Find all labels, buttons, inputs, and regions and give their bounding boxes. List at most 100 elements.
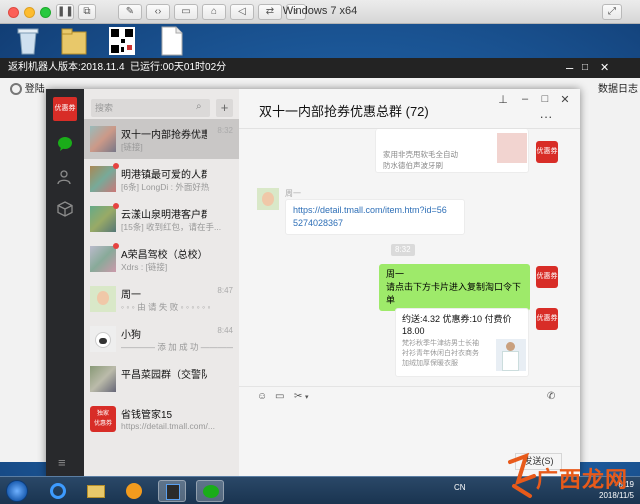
conversation-name: 省钱管家15 (121, 410, 173, 421)
phone-icon[interactable]: ✆ (547, 391, 555, 402)
close-icon[interactable]: ✕ (600, 58, 609, 78)
minimize-icon[interactable]: – (518, 93, 532, 105)
restore-icon[interactable]: □ (582, 58, 588, 78)
coupon-avatar[interactable]: 优惠券 (536, 266, 558, 288)
chat-icon[interactable] (57, 136, 73, 152)
conversation-preview: ———— 添 加 成 功 ———— (121, 342, 233, 352)
media-player-icon[interactable] (120, 480, 148, 502)
conversation-name: A荣昌驾校（总校）交流群 (121, 250, 207, 261)
wechat-taskbar-icon[interactable] (196, 480, 224, 502)
conversation-list: 搜索 ⌕ + 双十一内部抢券优惠... 8:32 [链接] 明港镇最可爱的人群 … (84, 89, 239, 478)
message-line: 周一 (386, 269, 405, 279)
conversation-item[interactable]: 明港镇最可爱的人群 [6条] LongDi : 外面好热 (84, 159, 239, 199)
robot-tab-login[interactable]: 登陆 (10, 80, 45, 100)
contacts-icon[interactable] (57, 169, 73, 185)
coupon-avatar[interactable]: 优惠券 (536, 141, 558, 163)
conversation-time: 8:47 (217, 286, 233, 295)
chat-title: 双十一内部抢券优惠总群 (72) (259, 104, 429, 119)
chat-panel: 双十一内部抢券优惠总群 (72) ⊥ – □ ✕ ··· 家用非壳甩软毛全自动 … (239, 89, 580, 478)
fullscreen-icon[interactable]: ⤢ (602, 4, 622, 20)
ie-icon[interactable] (44, 480, 72, 502)
close-icon[interactable]: ✕ (558, 93, 572, 106)
folder-icon[interactable] (60, 26, 88, 56)
conversation-item[interactable]: A荣昌驾校（总校）交流群 Xdrs : [链接] (84, 239, 239, 279)
group-avatar (90, 366, 116, 392)
message-line: 请点击下方卡片进入复制淘口令下单 (386, 282, 522, 305)
outgoing-message[interactable]: 周一 请点击下方卡片进入复制淘口令下单 (379, 264, 530, 311)
conversation-name: 双十一内部抢券优惠... (121, 130, 207, 141)
avatar-face (97, 291, 109, 305)
conversation-name: 云漾山泉明港客户群 (121, 210, 207, 221)
conversation-preview: [15条] 收到红包，请在手... (121, 222, 222, 232)
explorer-icon[interactable] (82, 480, 110, 502)
more-icon[interactable]: ··· (539, 109, 553, 124)
conversation-preview: [6条] LongDi : 外面好热 (121, 182, 210, 192)
menu-icon[interactable]: ≡ (58, 455, 66, 470)
group-avatar (90, 166, 116, 192)
input-language[interactable]: CN (454, 483, 466, 492)
coupon-avatar[interactable]: 优惠券 (536, 308, 558, 330)
conversation-time: 8:44 (217, 326, 233, 335)
card-desc-line: 加绒加厚保暖衣服 (402, 360, 458, 367)
group-avatar (90, 246, 116, 272)
emoji-icon[interactable]: ☺ (257, 391, 267, 402)
conversation-item[interactable]: 小狗 8:44 ———— 添 加 成 功 ———— (84, 319, 239, 359)
robot-tab-log[interactable]: 数据日志 (598, 80, 638, 100)
document-icon[interactable] (158, 26, 186, 56)
sender-name: 周一 (285, 189, 301, 198)
robot-tab-login-label: 登陆 (24, 84, 45, 95)
watermark-text: 广西龙网 (536, 467, 629, 492)
coupon-avatar: 独家 优惠券 (90, 406, 116, 432)
minimize-icon[interactable]: – (566, 58, 573, 78)
message-input[interactable] (239, 404, 580, 449)
search-input[interactable]: 搜索 (91, 99, 210, 117)
folder-icon[interactable]: ▭ (275, 391, 284, 402)
group-avatar (90, 206, 116, 232)
contact-avatar (90, 326, 116, 352)
link-line[interactable]: https://detail.tmall.com/item.htm?id=56 (293, 204, 457, 217)
conversation-item[interactable]: 平昌菜园群（交警队对面） (84, 359, 239, 399)
maximize-icon[interactable]: □ (538, 93, 552, 105)
link-message[interactable]: https://detail.tmall.com/item.htm?id=56 … (285, 199, 465, 235)
wechat-glyph (203, 485, 219, 498)
user-avatar[interactable]: 优惠券 (53, 97, 77, 121)
media-glyph (126, 483, 142, 499)
avatar-face (262, 192, 274, 206)
robot-app-taskbar-icon[interactable] (158, 480, 186, 502)
conversation-preview: https://detail.tmall.com/... (121, 421, 216, 431)
collection-cube-icon[interactable] (57, 201, 73, 217)
ie-glyph (50, 483, 66, 499)
conversation-name: 周一 (121, 290, 141, 301)
model-shirt (502, 351, 519, 371)
card-title: 18.00 (402, 326, 425, 336)
qrcode-icon[interactable] (108, 26, 136, 56)
desktop: 返利机器人 版本:2018.11.4 已运行:00天01时02分 – □ ✕ 登… (0, 24, 640, 504)
conversation-item[interactable]: 双十一内部抢券优惠... 8:32 [链接] (84, 119, 239, 159)
product-thumbnail (496, 339, 526, 371)
unread-badge (113, 163, 119, 169)
product-thumbnail (497, 133, 527, 163)
host-titlebar: ❚❚ ⧉ ✎ ‹› ▭ ⌂ ◁ ⇄ › Windows 7 x64 ⤢ (0, 0, 640, 24)
pin-icon[interactable]: ⊥ (496, 93, 510, 106)
model-head (506, 342, 515, 351)
recycle-bin-icon[interactable] (14, 26, 42, 56)
conversation-time: 8:32 (217, 126, 233, 135)
conversation-preview: ◦ ◦ ◦ 由 请 失 败 ◦ ◦ ◦ ◦ ◦ ◦ (121, 302, 211, 312)
conversation-item[interactable]: 云漾山泉明港客户群 [15条] 收到红包，请在手... (84, 199, 239, 239)
link-line[interactable]: 5274028367 (293, 217, 457, 230)
add-chat-button[interactable]: + (216, 99, 233, 117)
conversation-item[interactable]: 周一 8:47 ◦ ◦ ◦ 由 请 失 败 ◦ ◦ ◦ ◦ ◦ ◦ (84, 279, 239, 319)
conversation-item[interactable]: 独家 优惠券 省钱管家15 https://detail.tmall.com/..… (84, 399, 239, 439)
scissors-icon[interactable]: ✂ (294, 391, 302, 402)
gear-icon (10, 83, 22, 96)
start-button[interactable] (6, 480, 28, 502)
host-window-title: Windows 7 x64 (282, 5, 358, 17)
product-card[interactable]: 约送:4.32 优惠券:10 付费价 18.00 梵衫秋季牛津纺男士长袖 衬衫青… (395, 308, 529, 377)
search-icon: ⌕ (196, 101, 202, 112)
conversation-name: 明港镇最可爱的人群 (121, 170, 207, 181)
card-description: 梵衫秋季牛津纺男士长袖 衬衫青年休闲白衬衣商务 加绒加厚保暖衣服 (402, 339, 490, 369)
card-desc-line: 梵衫秋季牛津纺男士长袖 (402, 340, 479, 347)
sender-avatar[interactable] (257, 188, 279, 210)
chevron-down-icon[interactable]: ▾ (305, 393, 309, 401)
watermark-logo: 广西龙网 (500, 452, 640, 504)
